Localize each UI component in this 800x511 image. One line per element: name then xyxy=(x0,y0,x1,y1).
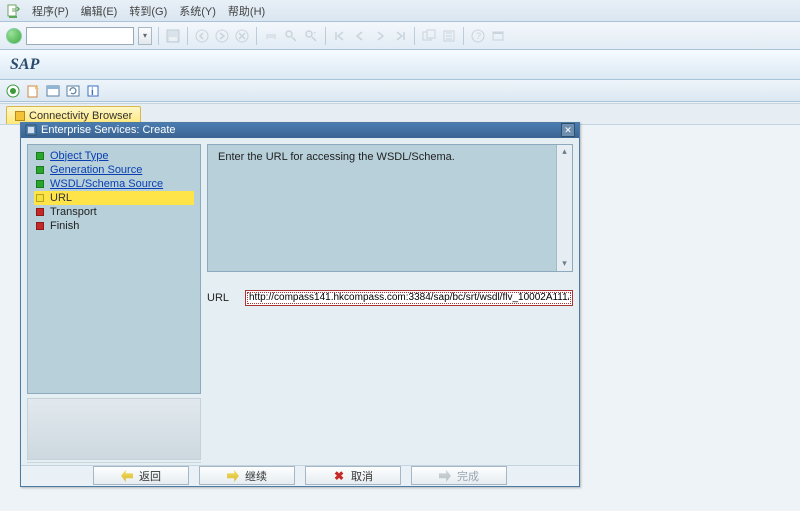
status-pending-icon xyxy=(36,222,44,230)
continue-button[interactable]: 继续 xyxy=(199,466,295,485)
step-finish: Finish xyxy=(34,219,194,233)
info-icon[interactable]: i xyxy=(86,84,100,98)
svg-text:+: + xyxy=(313,31,317,37)
connectivity-browser-label: Connectivity Browser xyxy=(29,110,132,122)
display-icon[interactable] xyxy=(46,84,60,98)
save-icon xyxy=(165,28,181,44)
instruction-scrollbar[interactable]: ▴ ▾ xyxy=(556,145,572,271)
command-dropdown-icon[interactable]: ▾ xyxy=(138,27,152,45)
command-field[interactable] xyxy=(26,27,134,45)
instruction-box: Enter the URL for accessing the WSDL/Sch… xyxy=(207,144,573,272)
print-icon xyxy=(263,28,279,44)
title-bar: SAP xyxy=(0,50,800,80)
help-icon: ? xyxy=(470,28,486,44)
scroll-up-icon[interactable]: ▴ xyxy=(557,145,573,159)
dialog-icon xyxy=(25,124,37,136)
enter-icon[interactable] xyxy=(6,28,22,44)
svg-text:?: ? xyxy=(476,31,481,41)
step-label[interactable]: WSDL/Schema Source xyxy=(50,178,163,190)
step-generation-source[interactable]: Generation Source xyxy=(34,163,194,177)
layout-icon xyxy=(490,28,506,44)
app-title: SAP xyxy=(10,56,39,74)
wizard-steps: Object Type Generation Source WSDL/Schem… xyxy=(27,144,201,394)
menu-doc-icon[interactable] xyxy=(6,4,20,18)
finish-arrow-icon xyxy=(439,470,451,482)
system-toolbar: ▾ + ? xyxy=(0,22,800,50)
generate-icon xyxy=(441,28,457,44)
first-page-icon xyxy=(332,28,348,44)
next-page-icon xyxy=(372,28,388,44)
step-label: URL xyxy=(50,192,72,204)
step-label: Finish xyxy=(50,220,79,232)
wizard-right-panel: Enter the URL for accessing the WSDL/Sch… xyxy=(201,138,579,465)
dialog-close-icon[interactable]: ✕ xyxy=(561,123,575,137)
instruction-text: Enter the URL for accessing the WSDL/Sch… xyxy=(218,151,455,163)
back-icon xyxy=(194,28,210,44)
button-label: 完成 xyxy=(457,468,479,484)
finish-button: 完成 xyxy=(411,466,507,485)
dialog-button-bar: 返回 继续 ✖ 取消 完成 xyxy=(21,465,579,486)
back-arrow-icon xyxy=(121,470,133,482)
menu-goto[interactable]: 转到(G) xyxy=(129,3,167,19)
status-pending-icon xyxy=(36,208,44,216)
back-button[interactable]: 返回 xyxy=(93,466,189,485)
wizard-thumbnail xyxy=(27,398,201,460)
url-input[interactable] xyxy=(245,290,573,306)
last-page-icon xyxy=(392,28,408,44)
menu-help[interactable]: 帮助(H) xyxy=(228,3,265,19)
refresh-icon[interactable] xyxy=(66,84,80,98)
find-icon xyxy=(283,28,299,44)
menu-edit[interactable]: 编辑(E) xyxy=(81,3,118,19)
button-label: 返回 xyxy=(139,468,161,484)
cancel-x-icon: ✖ xyxy=(333,470,345,482)
button-label: 继续 xyxy=(245,468,267,484)
status-complete-icon xyxy=(36,180,44,188)
application-toolbar: i xyxy=(0,80,800,102)
wizard-left-panel: Object Type Generation Source WSDL/Schem… xyxy=(21,138,201,465)
execute-icon[interactable] xyxy=(6,84,20,98)
connectivity-browser-icon xyxy=(15,111,25,121)
wizard-separator xyxy=(27,462,201,463)
url-row: URL xyxy=(207,290,573,306)
status-complete-icon xyxy=(36,152,44,160)
button-label: 取消 xyxy=(351,468,373,484)
step-object-type[interactable]: Object Type xyxy=(34,149,194,163)
cancel-button[interactable]: ✖ 取消 xyxy=(305,466,401,485)
prev-page-icon xyxy=(352,28,368,44)
dialog-title: Enterprise Services: Create xyxy=(41,124,176,136)
step-wsdl-schema-source[interactable]: WSDL/Schema Source xyxy=(34,177,194,191)
step-label[interactable]: Object Type xyxy=(50,150,109,162)
menu-bar: 程序(P) 编辑(E) 转到(G) 系统(Y) 帮助(H) xyxy=(0,0,800,22)
menu-system[interactable]: 系统(Y) xyxy=(179,3,216,19)
exit-icon xyxy=(214,28,230,44)
url-label: URL xyxy=(207,292,237,304)
create-icon[interactable] xyxy=(26,84,40,98)
dialog-body: Object Type Generation Source WSDL/Schem… xyxy=(21,138,579,465)
menu-program[interactable]: 程序(P) xyxy=(32,3,69,19)
svg-text:i: i xyxy=(91,87,94,98)
step-url[interactable]: URL xyxy=(34,191,194,205)
step-label: Transport xyxy=(50,206,97,218)
find-next-icon: + xyxy=(303,28,319,44)
step-transport: Transport xyxy=(34,205,194,219)
status-current-icon xyxy=(36,194,44,202)
status-complete-icon xyxy=(36,166,44,174)
new-session-icon xyxy=(421,28,437,44)
continue-arrow-icon xyxy=(227,470,239,482)
scroll-down-icon[interactable]: ▾ xyxy=(557,257,573,271)
cancel-icon xyxy=(234,28,250,44)
dialog-titlebar: Enterprise Services: Create ✕ xyxy=(21,123,579,138)
step-label[interactable]: Generation Source xyxy=(50,164,142,176)
enterprise-services-dialog: Enterprise Services: Create ✕ Object Typ… xyxy=(20,122,580,487)
